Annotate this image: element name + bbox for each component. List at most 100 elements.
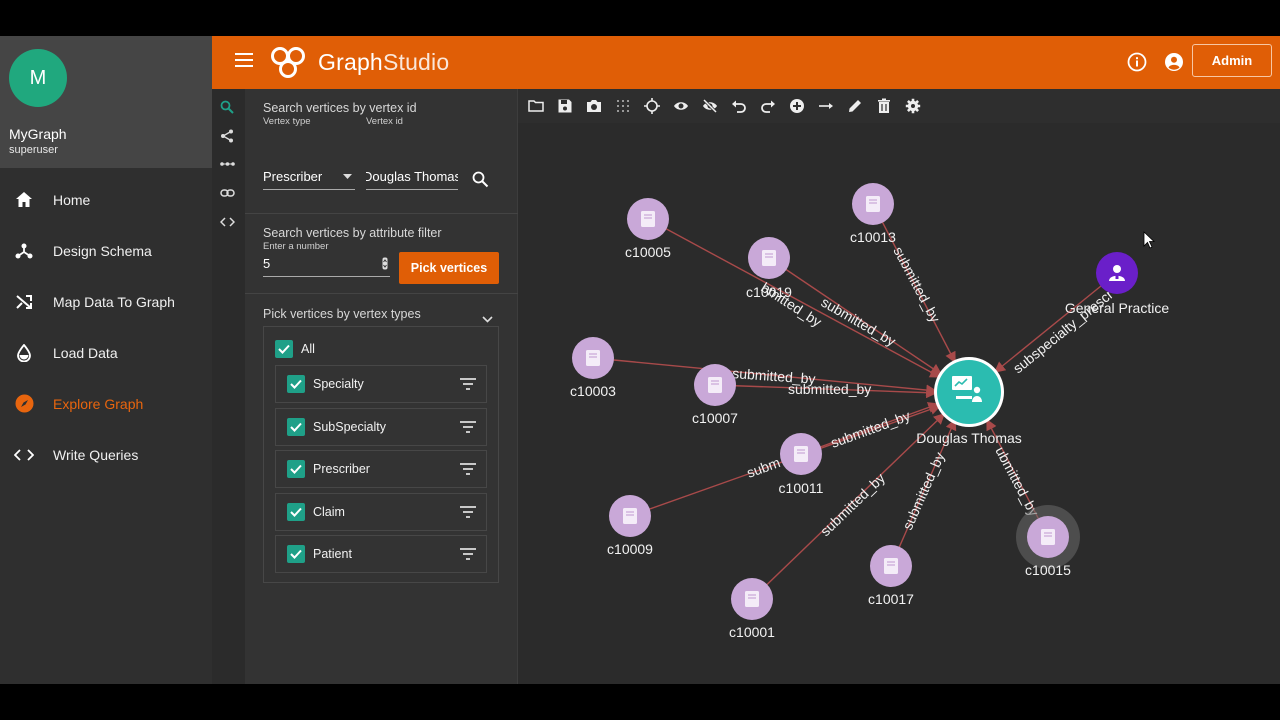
claim-node[interactable]: c10013 [850,183,896,245]
edge-label: ubmitted_by [992,444,1042,519]
edge-label: submitted_by [890,244,943,325]
claim-node[interactable]: c10001 [729,578,775,640]
prescriber-node[interactable]: Douglas Thomas [916,357,1022,446]
book-icon [623,508,637,524]
number-label: Enter a number [263,241,329,252]
type-row-subspecialty[interactable]: SubSpecialty [275,408,487,446]
claim-node-hovered[interactable]: c10015 [1016,505,1080,578]
book-icon [794,446,808,462]
node-label: c10007 [692,410,738,426]
schema-icon [14,241,34,261]
type-label: Patient [313,547,352,561]
claim-node[interactable]: c10019 [746,237,792,300]
type-row-claim[interactable]: Claim [275,493,487,531]
vertex-types-list: All Specialty SubSpecialty Prescriber Cl… [263,326,499,583]
type-row-patient[interactable]: Patient [275,535,487,573]
letterbox-bottom [0,684,1280,720]
type-checkbox[interactable] [287,460,305,478]
all-label: All [301,342,315,356]
number-input[interactable]: 5 [263,255,390,277]
type-checkbox[interactable] [287,375,305,393]
claim-node[interactable]: c10003 [570,337,616,399]
drop-icon [14,343,34,363]
graph-name: MyGraph [9,126,67,142]
type-checkbox[interactable] [287,418,305,436]
share-icon[interactable] [220,129,237,146]
vertex-type-label: Vertex type [263,116,311,127]
avatar[interactable]: M [9,49,67,107]
type-row-prescriber[interactable]: Prescriber [275,450,487,488]
link-icon[interactable] [220,186,237,203]
profile-section: M MyGraph superuser [0,36,212,168]
menu-icon[interactable] [235,53,253,67]
filter-icon[interactable] [460,506,476,518]
node-label: c10019 [746,284,792,300]
admin-button[interactable]: Admin [1192,44,1272,77]
graph-canvas[interactable]: submitted_by bmitted_by submitted_by sub… [518,89,1280,684]
claim-nodes: c10005 c10013 c10019 c10003 c10007 c1001… [570,183,1080,640]
type-checkbox[interactable] [287,545,305,563]
vertex-id-input[interactable]: Douglas Thomas [366,168,458,190]
claim-node[interactable]: c10009 [607,495,653,557]
edge-label: submitted_by [819,294,899,349]
filter-icon[interactable] [460,378,476,390]
node-label: c10011 [779,480,824,496]
account-icon[interactable] [1164,52,1184,72]
type-label: Specialty [313,377,364,391]
nav-label: Map Data To Graph [53,293,175,310]
claim-node[interactable]: c10005 [625,198,671,260]
edge-subspecialty[interactable] [993,272,1118,373]
nav-label: Explore Graph [53,395,144,412]
nav-item-write-queries[interactable]: Write Queries [0,429,212,480]
vertex-type-select[interactable]: Prescriber [263,168,355,190]
code-icon[interactable] [219,215,237,232]
filter-icon[interactable] [460,463,476,475]
check-icon [290,422,302,432]
check-icon [290,464,302,474]
nav-item-home[interactable]: Home [0,174,212,225]
node-label: c10009 [607,541,653,557]
book-icon [884,558,898,574]
user-role: superuser [9,144,58,156]
type-label: SubSpecialty [313,420,386,434]
node-label: Douglas Thomas [916,430,1022,446]
book-icon [708,377,722,393]
top-header: GraphStudio Admin [212,36,1280,89]
check-icon [290,549,302,559]
path-icon[interactable] [220,157,237,174]
book-icon [866,196,880,212]
edge-label: subm [745,454,783,481]
left-navigation: M MyGraph superuser Home Design Schema M… [0,36,212,684]
claim-node[interactable]: c10011 [779,433,824,496]
section-divider [245,293,518,294]
type-checkbox[interactable] [287,503,305,521]
pick-vertices-button[interactable]: Pick vertices [399,252,499,284]
dropdown-arrow-icon [343,174,352,179]
nav-item-explore-graph[interactable]: Explore Graph [0,378,212,429]
app-window: M MyGraph superuser Home Design Schema M… [0,36,1280,684]
node-label: General Practice [1065,300,1169,316]
all-checkbox[interactable] [275,340,293,358]
filter-icon[interactable] [460,421,476,433]
edge-label: submitted_by [899,450,947,533]
nav-item-map-data[interactable]: Map Data To Graph [0,276,212,327]
type-label: Prescriber [313,462,370,476]
search-icon[interactable] [220,100,237,117]
graph-visualization[interactable]: submitted_by bmitted_by submitted_by sub… [518,89,1280,684]
type-label: Claim [313,505,345,519]
search-icon[interactable] [472,171,489,193]
nav-item-load-data[interactable]: Load Data [0,327,212,378]
node-label: c10015 [1025,562,1071,578]
nav-item-design-schema[interactable]: Design Schema [0,225,212,276]
claim-node[interactable]: c10017 [868,545,914,607]
claim-node[interactable]: c10007 [692,364,738,426]
section-divider [245,213,518,214]
type-row-specialty[interactable]: Specialty [275,365,487,403]
subspecialty-node[interactable]: General Practice [1065,252,1169,316]
info-icon[interactable] [1127,52,1147,72]
app-title: GraphStudio [318,48,450,75]
number-stepper-icon[interactable] [382,257,388,270]
book-icon [1041,529,1055,545]
graphstudio-logo-icon [271,47,305,78]
filter-icon[interactable] [460,548,476,560]
